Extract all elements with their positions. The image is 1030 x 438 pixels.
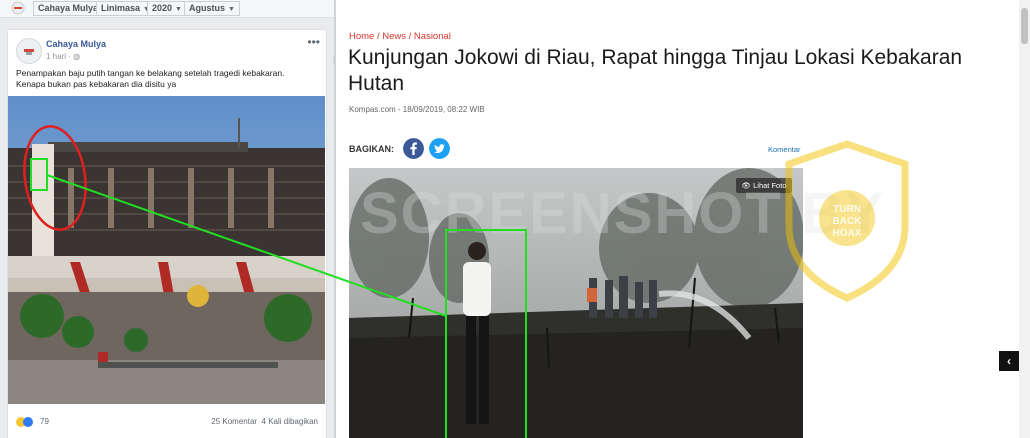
logo-center-text: TURN	[833, 204, 861, 215]
reaction-icons[interactable]	[16, 417, 33, 427]
filter-year-select[interactable]: 2020 ▼	[147, 1, 187, 16]
post-stats: 25 Komentar 4 Kali dibagikan	[211, 417, 318, 426]
facebook-share-icon[interactable]	[403, 138, 424, 159]
like-reaction-icon	[23, 417, 33, 427]
avatar[interactable]	[16, 38, 42, 64]
post-caption-line: Penampakan baju putih tangan ke belakang…	[16, 68, 285, 78]
reaction-count[interactable]: 79	[40, 417, 49, 426]
timeline-filter-bar: Cahaya Mulya▼ Linimasa▼ 2020▼ Agustus▼	[0, 0, 334, 18]
post-timestamp[interactable]: 1 hari · ◍	[46, 52, 80, 61]
breadcrumb[interactable]: Home / News / Nasional	[349, 31, 451, 42]
post-photo[interactable]	[8, 96, 325, 404]
post-card: Cahaya Mulya 1 hari · ◍ ••• Penampakan b…	[7, 29, 327, 438]
more-options-icon[interactable]: •••	[307, 35, 320, 49]
panel-divider	[334, 0, 336, 438]
comment-count-link[interactable]: 25 Komentar	[211, 417, 257, 426]
twitter-share-icon[interactable]	[429, 138, 450, 159]
share-label: BAGIKAN:	[349, 144, 394, 154]
post-author-link[interactable]: Cahaya Mulya	[46, 39, 106, 49]
filter-month-select[interactable]: Agustus ▼	[184, 1, 240, 16]
svg-text:BACK: BACK	[833, 216, 863, 227]
page-scrollbar[interactable]	[1019, 0, 1030, 438]
post-caption-line: Kenapa bukan pas kebakaran dia disitu ya	[16, 79, 177, 89]
scrollbar-thumb[interactable]	[1021, 8, 1028, 44]
page-logo-icon	[11, 1, 25, 15]
mafindo-watermark-logo: TURN BACK HOAX	[785, 140, 909, 302]
share-count-link[interactable]: 4 Kali dibagikan	[262, 417, 318, 426]
divider-marker: |	[333, 55, 336, 64]
chevron-left-icon[interactable]: ‹	[999, 351, 1019, 371]
article-title: Kunjungan Jokowi di Riau, Rapat hingga T…	[348, 46, 963, 95]
svg-text:HOAX: HOAX	[833, 228, 862, 239]
article-meta: Kompas.com - 18/09/2019, 08:22 WIB	[349, 105, 485, 114]
globe-icon: ◍	[73, 52, 81, 61]
facebook-panel: Cahaya Mulya▼ Linimasa▼ 2020▼ Agustus▼ C…	[0, 0, 334, 438]
chevron-down-icon: ▼	[175, 6, 182, 13]
chevron-down-icon: ▼	[228, 6, 235, 13]
